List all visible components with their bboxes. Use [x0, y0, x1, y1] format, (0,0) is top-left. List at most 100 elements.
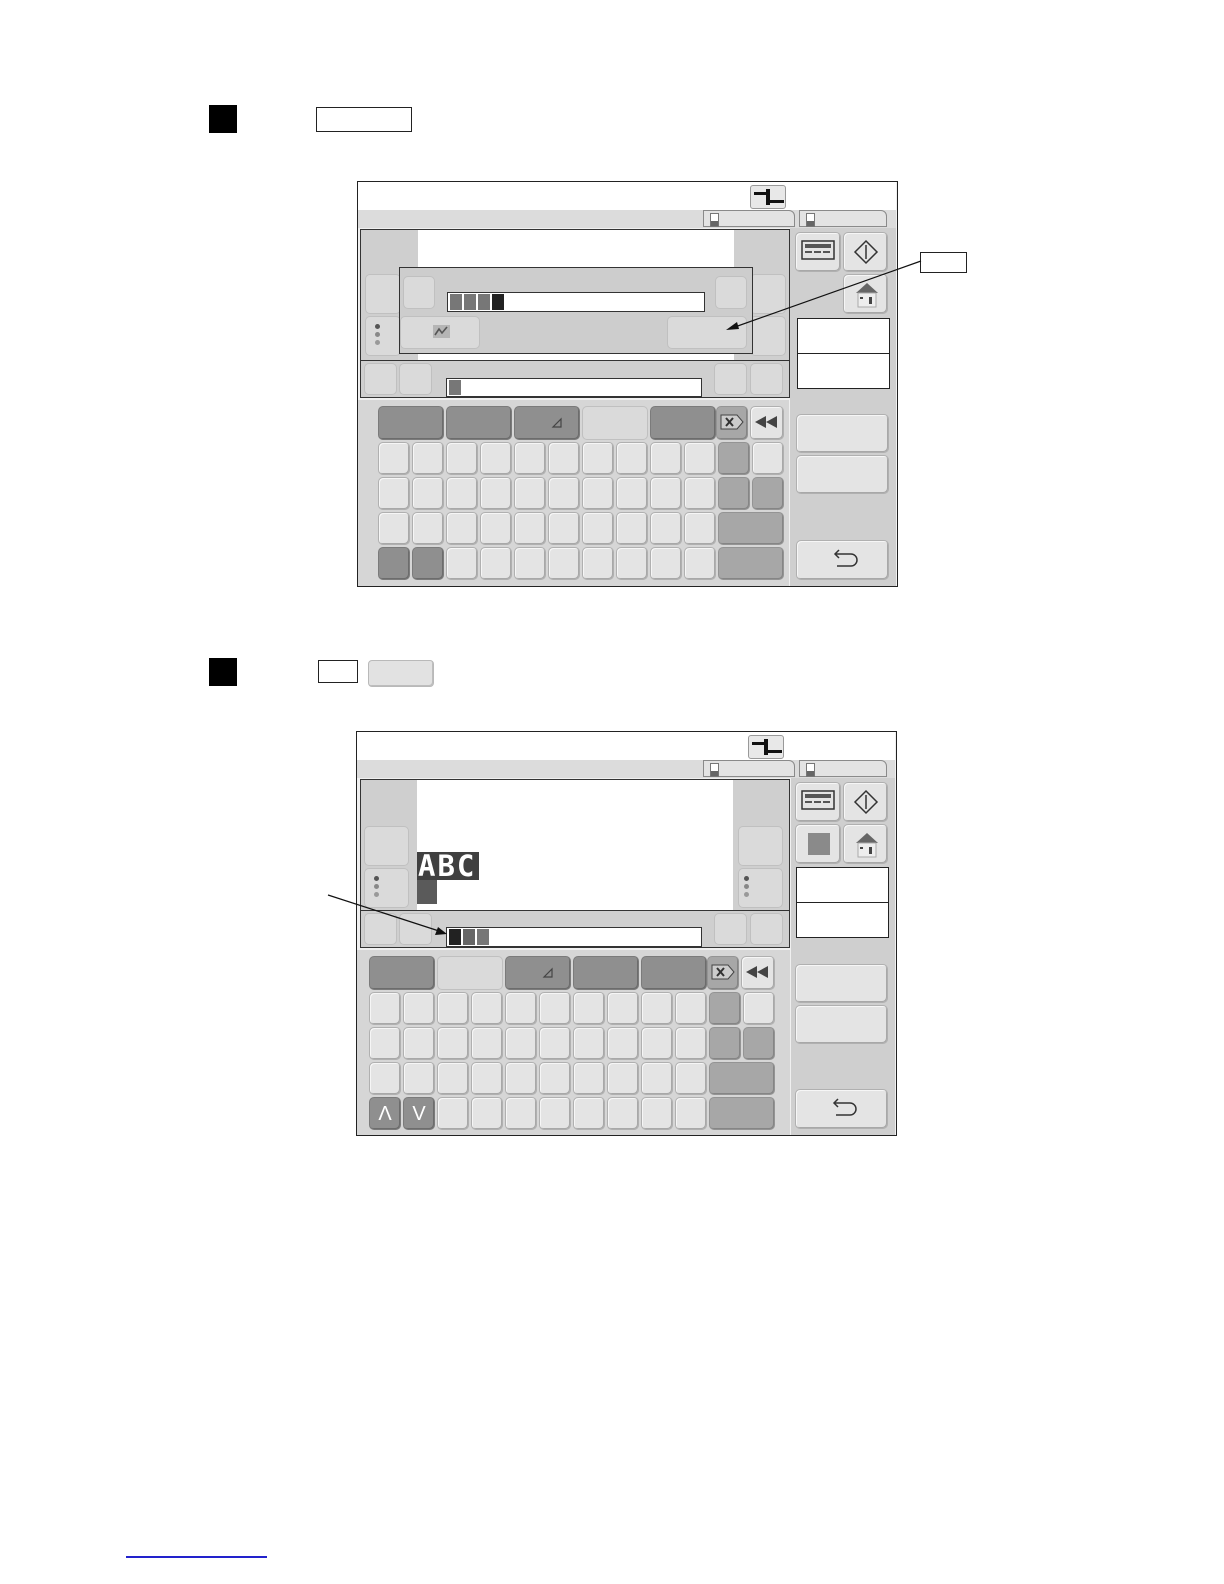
cursor-up-key[interactable]: Λ	[369, 1097, 401, 1130]
tab-1[interactable]	[703, 760, 795, 777]
back-button[interactable]	[796, 540, 889, 580]
character-key[interactable]	[505, 992, 537, 1025]
popup-wave-button[interactable]	[400, 316, 480, 349]
character-key[interactable]	[684, 547, 716, 580]
special-key[interactable]	[752, 477, 784, 510]
character-key[interactable]	[573, 992, 605, 1025]
character-key[interactable]	[403, 1062, 435, 1095]
character-key[interactable]	[437, 1027, 469, 1060]
special-key[interactable]	[752, 442, 784, 475]
character-key[interactable]	[369, 1027, 401, 1060]
character-key[interactable]	[505, 1027, 537, 1060]
character-key[interactable]	[650, 512, 682, 545]
tab-2[interactable]	[799, 210, 887, 227]
enter-key[interactable]	[709, 1097, 775, 1130]
function-key-1[interactable]	[369, 956, 435, 990]
character-key[interactable]	[607, 1097, 639, 1130]
character-key[interactable]	[607, 992, 639, 1025]
cursor-down-key[interactable]: V	[403, 1097, 435, 1130]
row-value-field[interactable]	[446, 378, 702, 397]
space-key[interactable]	[718, 512, 784, 545]
function-key-2[interactable]	[437, 956, 503, 990]
function-key-3[interactable]	[514, 406, 580, 440]
character-key[interactable]	[403, 1027, 435, 1060]
side-button-2[interactable]	[795, 1005, 888, 1044]
special-key[interactable]	[718, 442, 750, 475]
character-key[interactable]	[548, 477, 580, 510]
character-key[interactable]	[582, 512, 614, 545]
character-key[interactable]	[480, 512, 512, 545]
character-key[interactable]	[684, 512, 716, 545]
character-key[interactable]	[582, 547, 614, 580]
character-key[interactable]	[573, 1097, 605, 1130]
special-key[interactable]	[743, 992, 775, 1025]
character-key[interactable]	[539, 1027, 571, 1060]
character-key[interactable]	[607, 1027, 639, 1060]
character-key[interactable]	[539, 992, 571, 1025]
function-key-2[interactable]	[446, 406, 512, 440]
row-next-button-2[interactable]	[750, 913, 783, 945]
character-key[interactable]	[616, 477, 648, 510]
special-key[interactable]	[743, 1027, 775, 1060]
enter-key[interactable]	[718, 547, 784, 580]
footer-link[interactable]	[126, 1556, 267, 1558]
character-key[interactable]	[369, 992, 401, 1025]
character-key[interactable]	[446, 512, 478, 545]
special-key[interactable]	[709, 992, 741, 1025]
character-key[interactable]	[607, 1062, 639, 1095]
character-key[interactable]	[505, 1097, 537, 1130]
character-key[interactable]	[471, 992, 503, 1025]
character-key[interactable]	[480, 442, 512, 475]
character-key[interactable]	[675, 1062, 707, 1095]
character-key[interactable]	[378, 512, 410, 545]
character-key[interactable]	[616, 442, 648, 475]
backspace-key[interactable]	[750, 406, 784, 440]
character-key[interactable]	[616, 512, 648, 545]
special-key[interactable]	[709, 1027, 741, 1060]
character-key[interactable]	[437, 992, 469, 1025]
character-key[interactable]	[437, 1062, 469, 1095]
row-prev-button-1[interactable]	[364, 363, 397, 395]
character-key[interactable]	[480, 477, 512, 510]
stop-button[interactable]	[795, 824, 841, 864]
character-key[interactable]	[641, 1027, 673, 1060]
character-key[interactable]	[548, 547, 580, 580]
character-key[interactable]	[539, 1062, 571, 1095]
character-key[interactable]	[650, 547, 682, 580]
character-key[interactable]	[514, 547, 546, 580]
character-key[interactable]	[412, 512, 444, 545]
home-button[interactable]	[843, 824, 888, 864]
row-next-button-1[interactable]	[714, 363, 747, 395]
row-next-button-1[interactable]	[714, 913, 747, 945]
side-button-1[interactable]	[796, 414, 889, 453]
function-key-4[interactable]	[573, 956, 639, 990]
character-key[interactable]	[641, 992, 673, 1025]
function-key-3[interactable]	[505, 956, 571, 990]
space-key[interactable]	[709, 1062, 775, 1095]
character-key[interactable]	[505, 1062, 537, 1095]
print-view-button[interactable]	[795, 782, 841, 822]
character-key[interactable]	[582, 477, 614, 510]
character-key[interactable]	[514, 512, 546, 545]
character-key[interactable]	[641, 1097, 673, 1130]
tab-2[interactable]	[799, 760, 887, 777]
character-key[interactable]	[675, 992, 707, 1025]
character-key[interactable]	[650, 477, 682, 510]
character-key[interactable]	[573, 1027, 605, 1060]
character-key[interactable]	[412, 477, 444, 510]
character-key[interactable]	[480, 547, 512, 580]
character-key[interactable]	[378, 547, 410, 580]
character-key[interactable]	[548, 442, 580, 475]
character-key[interactable]	[412, 547, 444, 580]
popup-prev-button[interactable]	[403, 276, 435, 309]
status-icon-button[interactable]	[750, 185, 786, 209]
character-key[interactable]	[471, 1097, 503, 1130]
function-key-1[interactable]	[378, 406, 444, 440]
character-key[interactable]	[437, 1097, 469, 1130]
function-key-4[interactable]	[582, 406, 648, 440]
right-scroll-button[interactable]	[738, 826, 783, 866]
character-key[interactable]	[446, 547, 478, 580]
function-key-5[interactable]	[650, 406, 716, 440]
side-button-2[interactable]	[796, 455, 889, 494]
character-key[interactable]	[616, 547, 648, 580]
